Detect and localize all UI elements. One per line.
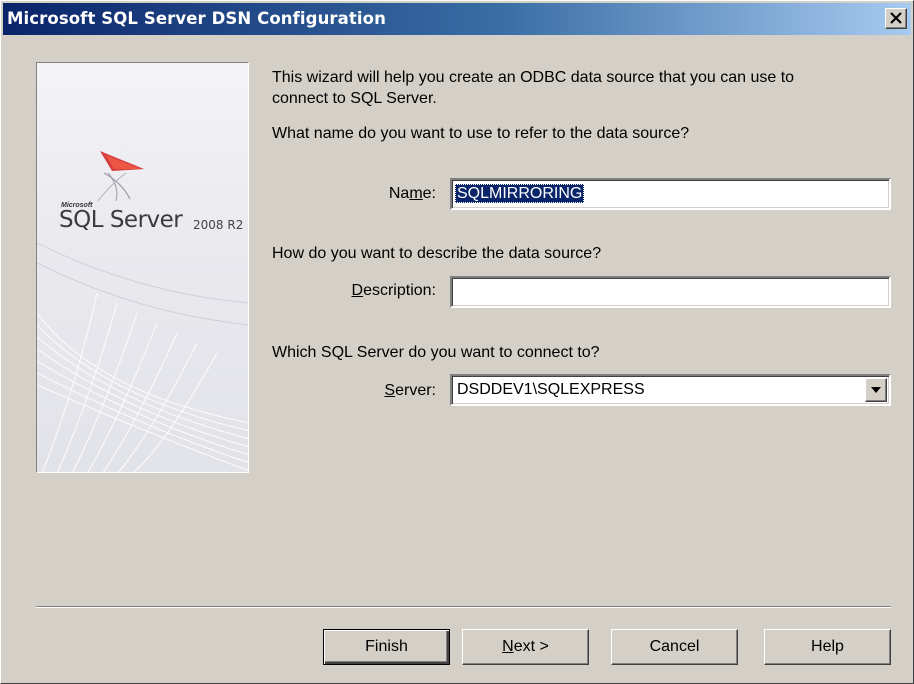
decorative-waves [37, 242, 248, 472]
intro-line-2: connect to SQL Server. [272, 90, 437, 107]
name-label: Name: [388, 185, 436, 202]
cancel-button[interactable]: Cancel [611, 629, 738, 665]
help-button[interactable]: Help [764, 629, 891, 665]
sql-server-logo-panel: Microsoft SQL Server 2008 R2 [36, 62, 249, 473]
server-question: Which SQL Server do you want to connect … [272, 344, 600, 361]
name-question: What name do you want to use to refer to… [272, 125, 690, 142]
description-question: How do you want to describe the data sou… [272, 245, 602, 262]
title-bar[interactable]: Microsoft SQL Server DSN Configuration [3, 3, 911, 35]
name-value: SQLMIRRORING [455, 184, 585, 203]
dsn-configuration-dialog: Microsoft SQL Server DSN Configuration M… [0, 0, 914, 684]
close-button[interactable] [885, 8, 907, 29]
server-value: DSDDEV1\SQLEXPRESS [457, 381, 645, 398]
intro-line-1: This wizard will help you create an ODBC… [272, 69, 795, 86]
description-input[interactable] [450, 276, 891, 308]
next-button[interactable]: Next > [462, 629, 589, 665]
name-input[interactable]: SQLMIRRORING [450, 178, 891, 210]
window-title: Microsoft SQL Server DSN Configuration [7, 9, 386, 28]
product-name: SQL Server [59, 207, 183, 233]
description-label: Description: [351, 282, 436, 299]
product-version: 2008 R2 [193, 218, 244, 232]
button-separator [36, 606, 891, 608]
server-dropdown-button[interactable] [865, 378, 887, 402]
server-select[interactable]: DSDDEV1\SQLEXPRESS [450, 374, 891, 406]
finish-button[interactable]: Finish [323, 629, 450, 665]
server-label: Server: [384, 382, 436, 399]
